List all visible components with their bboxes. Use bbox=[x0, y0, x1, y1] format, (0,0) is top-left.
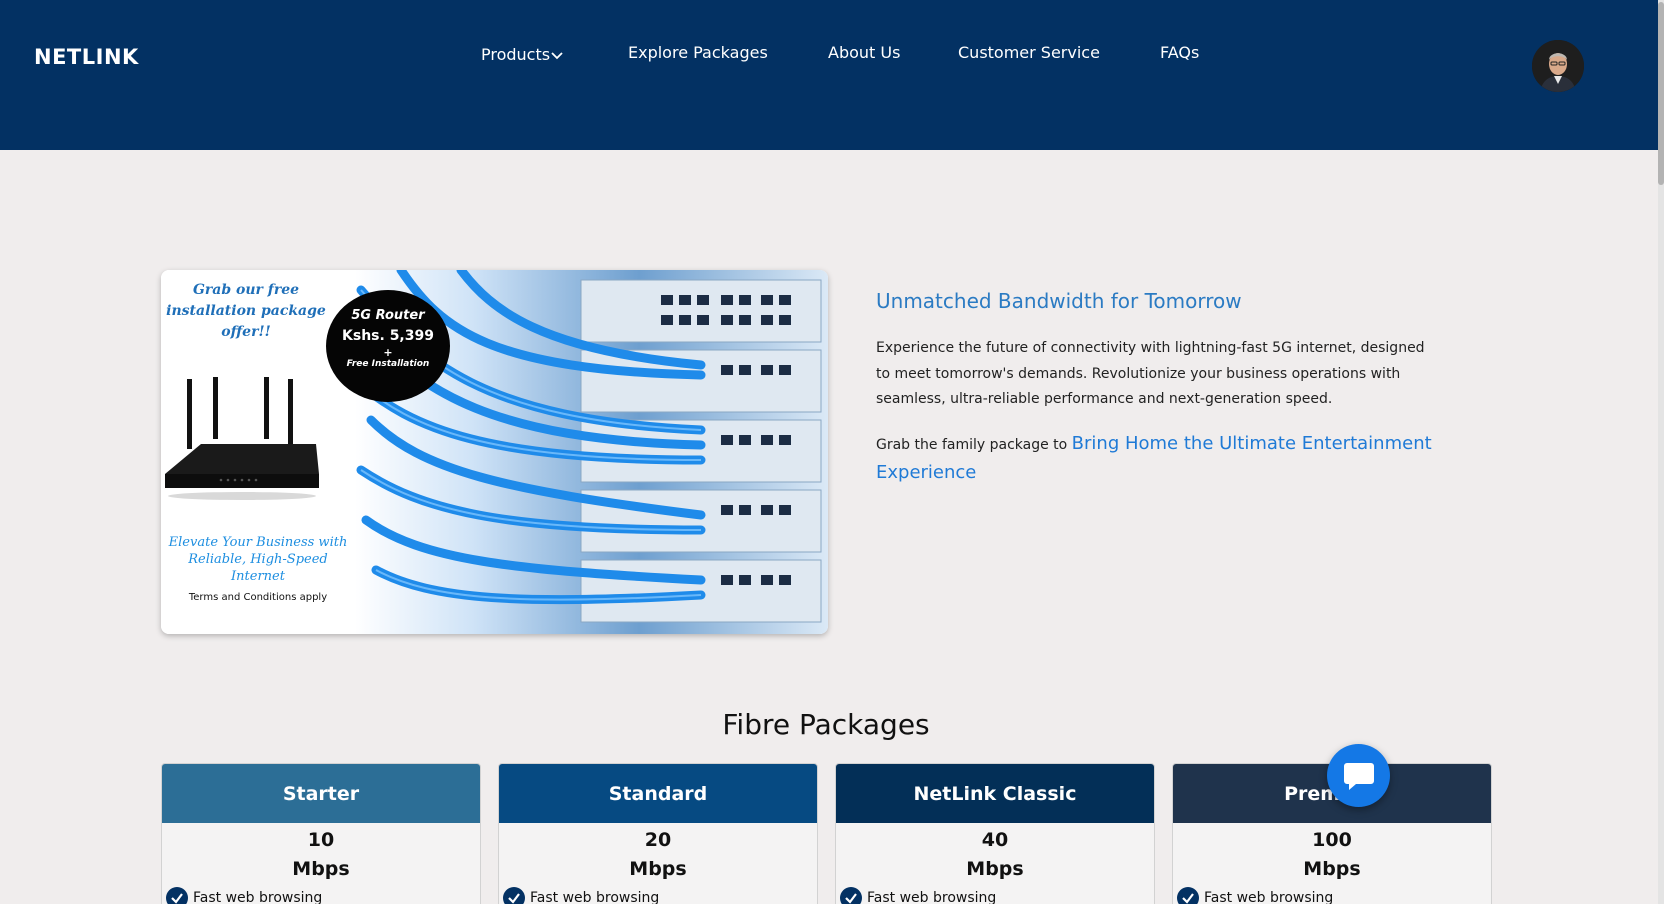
chat-bubble-icon bbox=[1343, 762, 1374, 790]
plan-card-standard[interactable]: Standard 20 Mbps Fast web browsing bbox=[498, 763, 818, 904]
plan-card-starter[interactable]: Starter 10 Mbps Fast web browsing bbox=[161, 763, 481, 904]
check-icon bbox=[1177, 887, 1199, 904]
plan-header: Starter bbox=[162, 764, 480, 823]
plan-feature: Fast web browsing bbox=[503, 887, 817, 904]
hero-cta-prefix: Grab the family package to bbox=[876, 437, 1068, 453]
plan-feature-text: Fast web browsing bbox=[867, 890, 997, 904]
plan-feature-text: Fast web browsing bbox=[1204, 890, 1334, 904]
plan-speed: 20 Mbps bbox=[499, 826, 817, 884]
plan-feature: Fast web browsing bbox=[166, 887, 480, 904]
promo-title: Grab our free installation package offer… bbox=[166, 282, 326, 340]
hero-description: Experience the future of connectivity wi… bbox=[876, 340, 1425, 407]
nav-products[interactable]: Products bbox=[481, 45, 563, 64]
nav-about-us[interactable]: About Us bbox=[828, 43, 900, 62]
plan-header: Standard bbox=[499, 764, 817, 823]
router-price-badge: 5G Router Kshs. 5,399 + Free Installatio… bbox=[326, 290, 450, 402]
check-icon bbox=[503, 887, 525, 904]
chevron-down-icon bbox=[551, 52, 563, 60]
packages-section-title: Fibre Packages bbox=[722, 708, 930, 741]
brand-logo[interactable]: NETLINK bbox=[34, 45, 139, 69]
plan-feature: Fast web browsing bbox=[840, 887, 1154, 904]
plan-name: Starter bbox=[282, 782, 360, 805]
scrollbar[interactable] bbox=[1658, 0, 1664, 904]
promo-tagline: Elevate Your Business with Reliable, Hig… bbox=[168, 535, 348, 584]
plan-card-netlink-classic[interactable]: NetLink Classic 40 Mbps Fast web browsing bbox=[835, 763, 1155, 904]
top-navbar: NETLINK Products Explore Packages About … bbox=[0, 0, 1658, 150]
plan-speed-value: 100 bbox=[1312, 829, 1352, 851]
check-icon bbox=[166, 887, 188, 904]
nav-products-label: Products bbox=[481, 45, 551, 64]
scrollbar-thumb[interactable] bbox=[1658, 2, 1664, 185]
plan-feature: Fast web browsing bbox=[1177, 887, 1491, 904]
user-avatar-icon bbox=[1532, 40, 1584, 92]
router-image bbox=[165, 377, 319, 500]
plan-speed: 100 Mbps bbox=[1173, 826, 1491, 884]
badge-plus: + bbox=[383, 346, 393, 359]
hero-heading: Unmatched Bandwidth for Tomorrow bbox=[876, 289, 1242, 313]
plan-speed-unit: Mbps bbox=[966, 858, 1024, 880]
badge-installation: Free Installation bbox=[346, 359, 430, 369]
hero-cta: Grab the family package to Bring Home th… bbox=[876, 430, 1446, 488]
plan-speed: 10 Mbps bbox=[162, 826, 480, 884]
hero-promo-banner[interactable]: Grab our free installation package offer… bbox=[161, 270, 828, 634]
avatar[interactable] bbox=[1532, 40, 1584, 92]
plan-speed-value: 40 bbox=[981, 829, 1009, 851]
plan-header: NetLink Classic bbox=[836, 764, 1154, 823]
plan-name: Standard bbox=[608, 782, 708, 805]
promo-terms: Terms and Conditions apply bbox=[188, 592, 328, 603]
nav-customer-service[interactable]: Customer Service bbox=[958, 43, 1100, 62]
plan-speed-unit: Mbps bbox=[292, 858, 350, 880]
badge-price: Kshs. 5,399 bbox=[342, 328, 434, 344]
nav-explore-packages[interactable]: Explore Packages bbox=[628, 43, 768, 62]
plan-speed-value: 20 bbox=[644, 829, 672, 851]
nav-faqs[interactable]: FAQs bbox=[1160, 43, 1199, 62]
plan-speed: 40 Mbps bbox=[836, 826, 1154, 884]
check-icon bbox=[840, 887, 862, 904]
badge-router-label: 5G Router bbox=[351, 308, 425, 323]
plan-name: NetLink Classic bbox=[913, 782, 1077, 805]
plan-feature-text: Fast web browsing bbox=[193, 890, 323, 904]
plan-feature-text: Fast web browsing bbox=[530, 890, 660, 904]
plan-speed-value: 10 bbox=[307, 829, 335, 851]
plan-speed-unit: Mbps bbox=[629, 858, 687, 880]
chat-button[interactable] bbox=[1327, 744, 1390, 807]
plan-speed-unit: Mbps bbox=[1303, 858, 1361, 880]
